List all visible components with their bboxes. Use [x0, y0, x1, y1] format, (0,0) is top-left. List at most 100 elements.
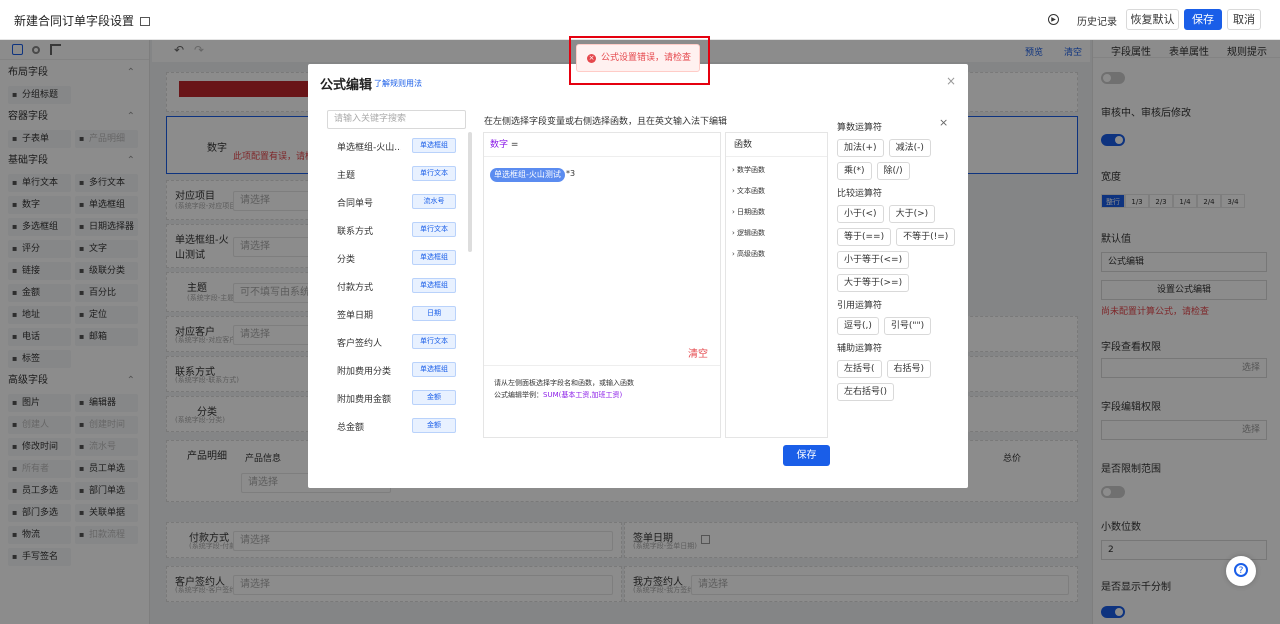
page-title: 新建合同订单字段设置 — [14, 12, 151, 29]
cancel-button[interactable]: 取消 — [1227, 9, 1261, 30]
field-name: 联系方式 — [337, 227, 374, 237]
field-type-tag: 单选框组 — [412, 250, 456, 265]
field-list-item[interactable]: 总金额 金额 — [327, 412, 467, 438]
field-name: 分类 — [337, 255, 356, 265]
field-name: 付款方式 — [337, 283, 374, 293]
field-type-tag: 单选框组 — [412, 138, 456, 153]
save-button[interactable]: 保存 — [1184, 9, 1222, 30]
field-chip[interactable]: 单选框组-火山测试 — [490, 168, 565, 182]
function-group-label: 数学函数 — [737, 166, 766, 174]
operator-buttons: 逗号(,) 引号("") — [837, 317, 957, 335]
function-group-label: 日期函数 — [737, 208, 766, 216]
operator-buttons: 左括号(右括号) 左右括号() — [837, 360, 957, 401]
field-list-item[interactable]: 分类 单选框组 — [327, 244, 467, 272]
operator-button[interactable]: 不等于(!=) — [896, 228, 956, 246]
function-group[interactable]: › 数学函数 — [732, 165, 765, 175]
help-link[interactable]: 了解规则用法 — [374, 78, 422, 89]
field-name: 主题 — [337, 171, 356, 181]
field-list-scrollbar[interactable] — [468, 132, 472, 252]
field-list-item[interactable]: 客户签约人 单行文本 — [327, 328, 467, 356]
history-button[interactable]: 历史记录 — [1077, 13, 1117, 28]
close-icon[interactable]: × — [946, 74, 956, 88]
operator-button[interactable]: 左括号( — [837, 360, 882, 378]
field-type-tag: 日期 — [412, 306, 456, 321]
operator-button[interactable]: 减法(-) — [888, 139, 931, 157]
field-list-item[interactable]: 联系方式 单行文本 — [327, 216, 467, 244]
formula-operator: *3 — [566, 169, 576, 178]
function-group[interactable]: › 文本函数 — [732, 186, 765, 196]
top-bar: 新建合同订单字段设置 ▶ 历史记录 恢复默认 保存 取消 — [0, 0, 1280, 40]
operator-section-title: 辅助运算符 — [837, 344, 883, 354]
field-list-item[interactable]: 签单日期 日期 — [327, 300, 467, 328]
operator-section-title: 比较运算符 — [837, 189, 883, 199]
help-float-button[interactable] — [1226, 556, 1256, 586]
field-type-tag: 流水号 — [412, 194, 456, 209]
field-name: 合同单号 — [337, 199, 374, 209]
function-group-label: 逻辑函数 — [737, 229, 766, 237]
function-group-label: 高级函数 — [737, 250, 766, 258]
function-group[interactable]: › 逻辑函数 — [732, 228, 765, 238]
highlight-box — [569, 36, 710, 85]
operator-button[interactable]: 右括号) — [886, 360, 932, 378]
window-icon[interactable] — [140, 17, 151, 26]
operator-buttons: 加法(+) 减法(-) 乘(*) 除(/) — [837, 139, 957, 180]
field-name: 附加费用分类 — [337, 367, 392, 377]
operator-button[interactable]: 乘(*) — [837, 162, 872, 180]
field-list-item[interactable]: 合同单号 流水号 — [327, 188, 467, 216]
editor-var: 数字 — [490, 140, 509, 150]
operator-button[interactable]: 左右括号() — [837, 383, 895, 401]
operator-close-icon[interactable]: × — [939, 116, 948, 129]
field-name: 附加费用金额 — [337, 395, 392, 405]
field-list-item[interactable]: 单选框组-火山... 单选框组 — [327, 132, 467, 160]
operator-buttons: 小于(<) 大于(>) 等于(==) 不等于(!=) 小于等于(<=) 大于等于(>=) — [837, 205, 957, 292]
field-type-tag: 金额 — [412, 418, 456, 433]
reset-button[interactable]: 恢复默认 — [1126, 9, 1179, 30]
field-type-tag: 单选框组 — [412, 362, 456, 377]
operator-button[interactable]: 除(/) — [876, 162, 910, 180]
field-list-item[interactable]: 付款方式 单选框组 — [327, 272, 467, 300]
dialog-title: 公式编辑 — [320, 78, 373, 93]
operator-section-title: 引用运算符 — [837, 301, 883, 311]
function-group-label: 文本函数 — [737, 187, 766, 195]
dialog-save-button[interactable]: 保存 — [783, 445, 830, 466]
field-list: 单选框组-火山... 单选框组 主题 单行文本 合同单号 流水号 联系方式 单行文本 分类 单选框… — [327, 132, 467, 438]
field-name: 单选框组-火山... — [337, 143, 401, 153]
editor-header: 数字 = — [484, 133, 720, 157]
operator-button[interactable]: 大于(>) — [888, 205, 936, 223]
clear-formula-button[interactable]: 清空 — [688, 345, 708, 360]
field-name: 签单日期 — [337, 311, 374, 321]
operator-button[interactable]: 逗号(,) — [837, 317, 879, 335]
functions-title: 函数 — [726, 133, 827, 157]
operator-button[interactable]: 小于等于(<=) — [837, 251, 910, 269]
field-list-item[interactable]: 附加费用金额 金额 — [327, 384, 467, 412]
field-type-tag: 单选框组 — [412, 278, 456, 293]
operator-button[interactable]: 小于(<) — [837, 205, 884, 223]
field-type-tag: 金额 — [412, 390, 456, 405]
function-group[interactable]: › 高级函数 — [732, 249, 765, 259]
tip-line-1: 请从左侧面板选择字段名和函数，或输入函数 — [494, 379, 634, 387]
play-icon[interactable]: ▶ — [1048, 14, 1059, 25]
field-name: 客户签约人 — [337, 339, 383, 349]
field-list-item[interactable]: 主题 单行文本 — [327, 160, 467, 188]
operator-button[interactable]: 引号("") — [883, 317, 932, 335]
formula-editor[interactable]: 数字 = 单选框组-火山测试 *3 清空 请从左侧面板选择字段名和函数，或输入函… — [483, 132, 721, 438]
field-search-input[interactable]: 请输入关键字搜索 — [327, 110, 466, 129]
field-type-tag: 单行文本 — [412, 334, 456, 349]
operator-panel: 算数运算符 加法(+) 减法(-) 乘(*) 除(/) 比较运算符 小于(<) 大于(>) 等于… — [837, 116, 957, 407]
editor-eq: = — [510, 140, 519, 150]
field-type-tag: 单行文本 — [412, 222, 456, 237]
function-panel: 函数 › 数学函数 › 文本函数 › 日期函数 › 逻辑函数 › 高级函数 — [725, 132, 828, 438]
operator-button[interactable]: 大于等于(>=) — [837, 274, 910, 292]
tip-example: SUM(基本工资,加班工资) — [543, 391, 623, 399]
function-group[interactable]: › 日期函数 — [732, 207, 765, 217]
editor-tips: 请从左侧面板选择字段名和函数，或输入函数 公式编辑举例：SUM(基本工资,加班工… — [484, 365, 720, 439]
tip-line-2: 公式编辑举例：SUM(基本工资,加班工资) — [494, 390, 622, 400]
field-name: 总金额 — [337, 423, 365, 433]
tip-prefix: 公式编辑举例： — [494, 391, 543, 399]
operator-button[interactable]: 等于(==) — [837, 228, 892, 246]
operator-button[interactable]: 加法(+) — [837, 139, 884, 157]
page-title-text: 新建合同订单字段设置 — [14, 14, 135, 28]
field-list-item[interactable]: 附加费用分类 单选框组 — [327, 356, 467, 384]
field-type-tag: 单行文本 — [412, 166, 456, 181]
editor-hint: 在左侧选择字段变量或右侧选择函数，且在英文输入法下编辑 — [484, 117, 728, 127]
